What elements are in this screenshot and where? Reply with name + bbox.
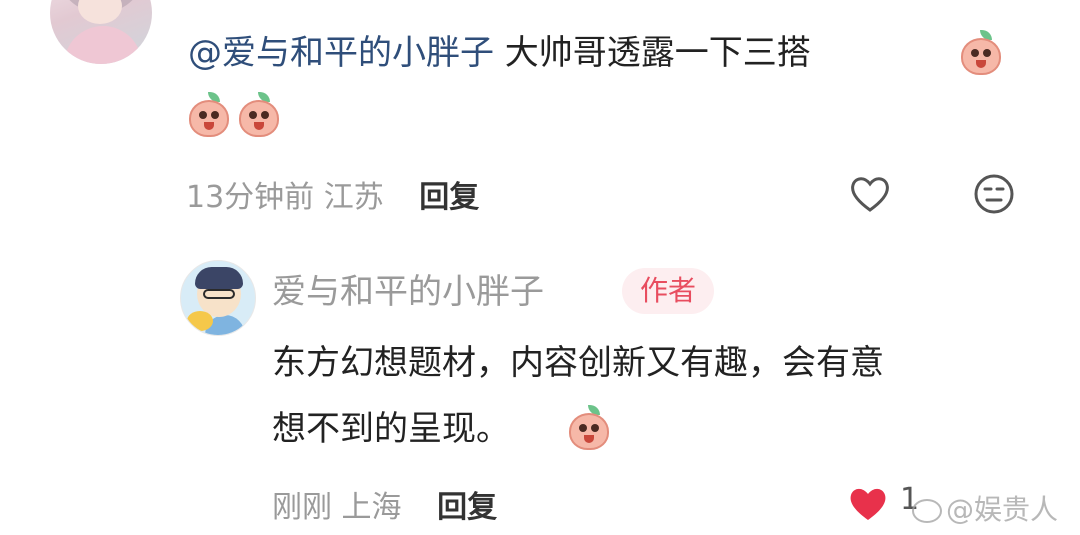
mention-link[interactable]: @爱与和平的小胖子 — [188, 33, 494, 73]
avatar-face — [78, 0, 122, 24]
commenter-avatar[interactable] — [50, 0, 152, 64]
peach-emoji-icon — [958, 30, 1004, 76]
reply-button[interactable]: 回复 — [437, 490, 497, 525]
watermark-text: @娱贵人 — [946, 493, 1059, 526]
main-comment-body: 大帅哥透露一下三搭 — [494, 33, 811, 73]
main-comment-text: @爱与和平的小胖子 大帅哥透露一下三搭 — [188, 26, 811, 80]
peach-emoji-icon — [186, 92, 232, 138]
comment-location: 江苏 — [323, 180, 384, 215]
avatar-glasses — [203, 289, 235, 299]
emoji-row — [186, 92, 282, 138]
weibo-logo-icon — [912, 499, 942, 523]
dislike-face-icon[interactable] — [972, 172, 1016, 216]
comment-time: 13分钟前 — [186, 180, 315, 215]
reply-meta: 刚刚 上海 回复 — [272, 482, 497, 526]
reply-button[interactable]: 回复 — [419, 180, 479, 215]
main-comment-meta: 13分钟前 江苏 回复 — [186, 172, 479, 216]
comment-time: 刚刚 — [272, 490, 332, 525]
avatar-duck — [187, 311, 213, 331]
peach-emoji-icon — [236, 92, 282, 138]
avatar-hair — [195, 267, 243, 289]
avatar-shirt — [64, 26, 142, 64]
heart-outline-icon[interactable] — [848, 172, 892, 216]
reply-text-line: 想不到的呈现。 — [272, 409, 510, 449]
author-badge: 作者 — [622, 268, 715, 314]
author-avatar[interactable] — [180, 260, 256, 336]
comment-location: 上海 — [341, 490, 402, 525]
heart-filled-icon[interactable] — [846, 482, 890, 526]
watermark: @娱贵人 — [912, 488, 1058, 528]
reply-username[interactable]: 爱与和平的小胖子 — [272, 264, 544, 313]
peach-emoji-icon — [566, 405, 612, 451]
reply-text-line: 东方幻想题材，内容创新又有趣，会有意 — [272, 343, 884, 383]
